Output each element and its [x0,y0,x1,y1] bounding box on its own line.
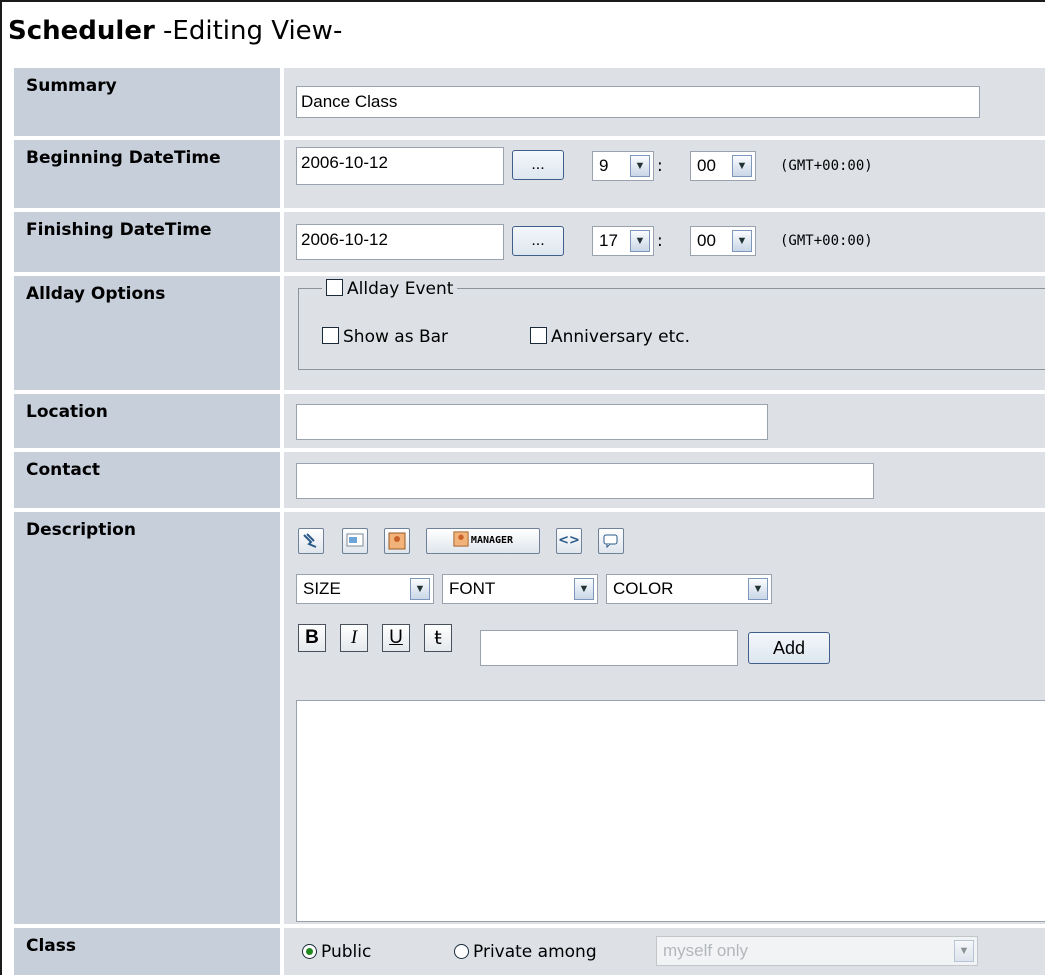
private-label: Private among [473,942,597,962]
begin-label: Beginning DateTime [14,140,280,208]
row-begin: Beginning DateTime 2006-10-12 ... 9 ▼ : 0… [14,140,1045,208]
description-textarea[interactable] [296,700,1045,922]
page-title: Scheduler -Editing View- [8,14,342,48]
image-manager-label: MANAGER [470,535,514,546]
chevron-down-icon: ▼ [732,155,752,177]
allday-event-checkbox[interactable]: Allday Event [322,278,458,300]
contact-cell [284,452,1045,508]
checkbox-icon [530,327,547,344]
chevron-down-icon: ▼ [410,578,430,600]
begin-hour-value: 9 [599,156,609,175]
add-button[interactable]: Add [748,632,830,664]
begin-cell: 2006-10-12 ... 9 ▼ : 00 ▼ (GMT+00:00) [284,140,1045,208]
begin-timezone: (GMT+00:00) [780,158,873,174]
underline-button[interactable]: U [382,624,410,652]
radio-selected-icon [302,944,317,959]
description-label: Description [14,512,280,924]
chevron-down-icon: ▼ [748,578,768,600]
italic-button[interactable]: I [340,624,368,652]
image-upload-icon[interactable] [384,528,410,554]
row-description: Description MANAGER <> SIZE ▼ FONT ▼ COLOR… [14,512,1045,924]
radio-icon [454,944,469,959]
strikethrough-button[interactable]: ŧ [424,624,452,652]
page-title-strong: Scheduler [8,16,155,46]
font-family-value: FONT [449,579,496,598]
bold-button[interactable]: B [298,624,326,652]
finish-hour-select[interactable]: 17 ▼ [592,226,654,256]
finish-minute-value: 00 [697,231,716,250]
row-allday: Allday Options Allday Event Show as Bar … [14,276,1045,390]
begin-minute-select[interactable]: 00 ▼ [690,151,756,181]
private-radio[interactable]: Private among [454,941,597,963]
chevron-down-icon: ▼ [630,230,650,252]
summary-label: Summary [14,68,280,136]
allday-cell: Allday Event Show as Bar Anniversary etc… [284,276,1045,390]
link-icon[interactable] [298,528,324,554]
anniversary-label: Anniversary etc. [551,327,691,347]
description-cell: MANAGER <> SIZE ▼ FONT ▼ COLOR ▼ B I U ŧ Ad… [284,512,1045,924]
finish-cell: 2006-10-12 ... 17 ▼ : 00 ▼ (GMT+00:00) [284,212,1045,272]
image-manager-button[interactable]: MANAGER [426,528,540,554]
allday-label: Allday Options [14,276,280,390]
location-label: Location [14,394,280,448]
image-icon[interactable] [342,528,368,554]
font-color-value: COLOR [613,579,674,598]
summary-cell: Dance Class [284,68,1045,136]
finish-date-picker-button[interactable]: ... [512,226,564,256]
font-size-select[interactable]: SIZE ▼ [296,574,434,604]
contact-input[interactable] [296,463,874,499]
finish-label: Finishing DateTime [14,212,280,272]
begin-date-input[interactable]: 2006-10-12 [296,147,504,185]
row-location: Location [14,394,1045,448]
show-as-bar-label: Show as Bar [343,327,449,347]
summary-input[interactable]: Dance Class [296,86,980,118]
checkbox-icon [326,279,343,296]
begin-hour-select[interactable]: 9 ▼ [592,151,654,181]
public-radio[interactable]: Public [302,941,371,963]
insert-text-input[interactable] [480,630,738,666]
source-code-icon[interactable]: <> [556,528,582,554]
class-cell: Public Private among myself only ▼ [284,928,1045,975]
class-label: Class [14,928,280,975]
private-among-value: myself only [663,941,749,960]
row-class: Class Public Private among myself only ▼ [14,928,1045,975]
page-title-sub: -Editing View- [154,16,343,46]
checkbox-icon [322,327,339,344]
private-among-select[interactable]: myself only ▼ [656,936,978,966]
location-cell [284,394,1045,448]
row-contact: Contact [14,452,1045,508]
begin-minute-value: 00 [697,156,716,175]
finish-date-input[interactable]: 2006-10-12 [296,224,504,260]
font-color-select[interactable]: COLOR ▼ [606,574,772,604]
chevron-down-icon: ▼ [954,940,974,962]
finish-timezone: (GMT+00:00) [780,233,873,249]
finish-hour-value: 17 [599,231,618,250]
font-family-select[interactable]: FONT ▼ [442,574,598,604]
finish-minute-select[interactable]: 00 ▼ [690,226,756,256]
chevron-down-icon: ▼ [574,578,594,600]
edit-form: Summary Dance Class Beginning DateTime 2… [14,68,1045,975]
location-input[interactable] [296,404,768,440]
public-label: Public [321,942,372,962]
chevron-down-icon: ▼ [630,155,650,177]
show-as-bar-checkbox[interactable]: Show as Bar [322,326,448,348]
chevron-down-icon: ▼ [732,230,752,252]
allday-event-label: Allday Event [347,279,454,299]
anniversary-checkbox[interactable]: Anniversary etc. [530,326,690,348]
time-separator: : [657,231,663,251]
quote-icon[interactable] [598,528,624,554]
time-separator: : [657,156,663,176]
row-summary: Summary Dance Class [14,68,1045,136]
begin-date-picker-button[interactable]: ... [512,150,564,180]
row-finish: Finishing DateTime 2006-10-12 ... 17 ▼ : … [14,212,1045,272]
contact-label: Contact [14,452,280,508]
font-size-value: SIZE [303,579,341,598]
